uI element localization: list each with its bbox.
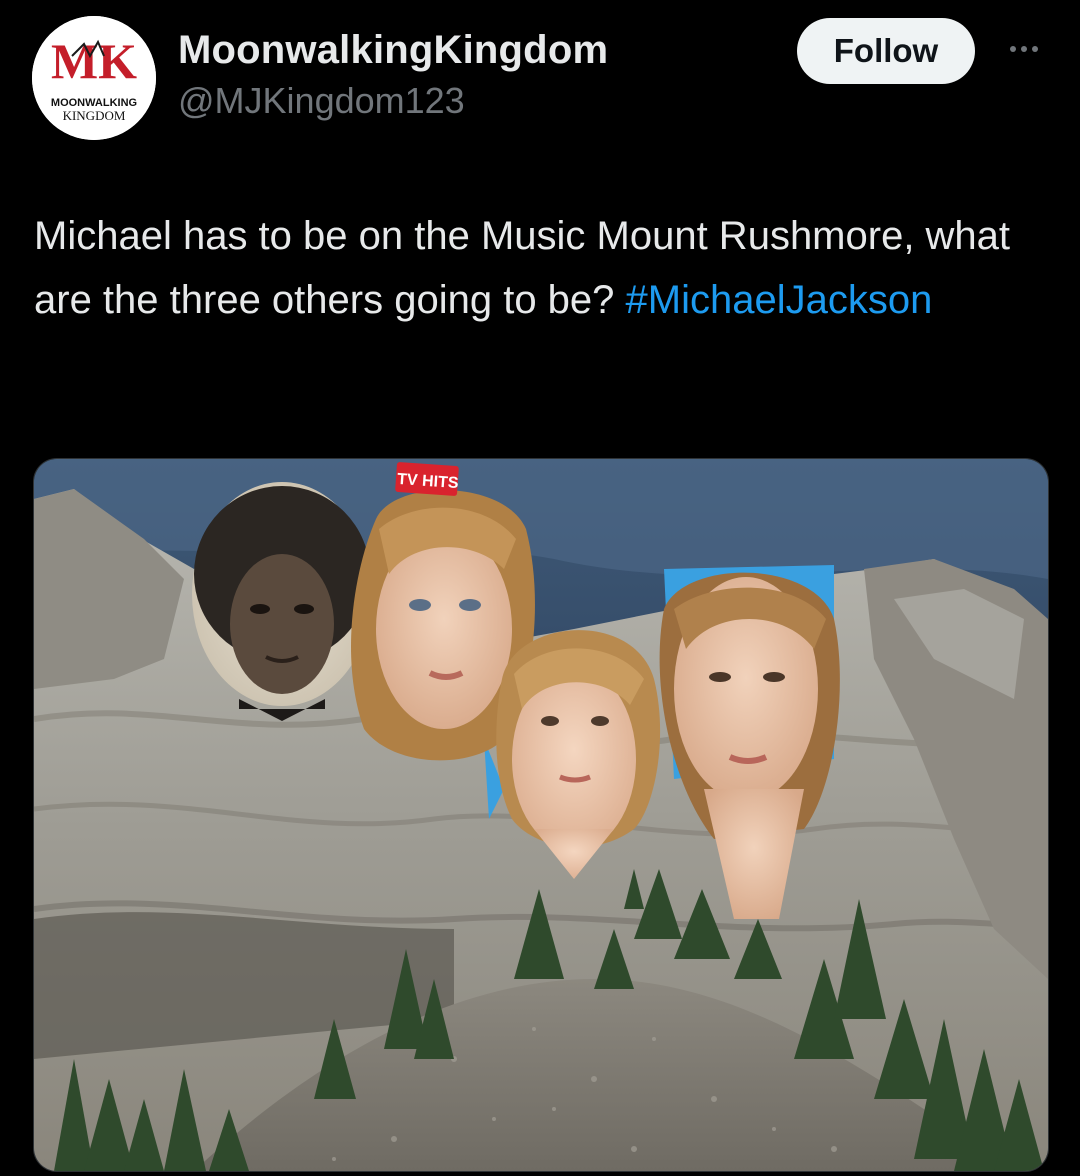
tweet-card: MK MOONWALKING KINGDOM MoonwalkingKingdo… [0, 0, 1080, 1176]
dot [1021, 46, 1027, 52]
tweet-media-image[interactable]: TV HITS [33, 458, 1049, 1172]
mount-rushmore-collage-image: TV HITS [34, 459, 1048, 1171]
dot [1010, 46, 1016, 52]
dot [1032, 46, 1038, 52]
kingdom-logo-icon: MK MOONWALKING KINGDOM [32, 16, 156, 140]
follow-button[interactable]: Follow [797, 18, 975, 84]
profile-avatar[interactable]: MK MOONWALKING KINGDOM [32, 16, 156, 140]
display-name[interactable]: MoonwalkingKingdom [178, 28, 608, 73]
more-options-icon[interactable] [1000, 34, 1048, 64]
hashtag-link[interactable]: #MichaelJackson [626, 278, 933, 322]
tweet-text: Michael has to be on the Music Mount Rus… [34, 204, 1044, 332]
logo-monogram: MK [51, 33, 137, 89]
logo-line2: KINGDOM [63, 108, 126, 123]
user-handle[interactable]: @MJKingdom123 [178, 80, 465, 122]
